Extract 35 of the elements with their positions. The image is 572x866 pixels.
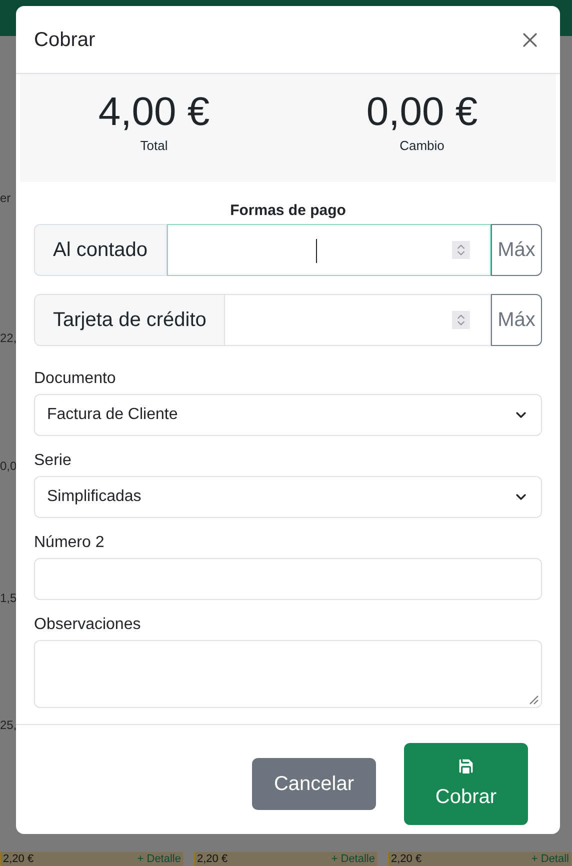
input-field[interactable] bbox=[34, 558, 542, 600]
payment-label: Tarjeta de crédito bbox=[34, 294, 226, 346]
amount-input[interactable] bbox=[166, 224, 491, 276]
amount-text: 2,20 € bbox=[391, 852, 422, 866]
notes-field[interactable] bbox=[34, 640, 542, 708]
dialog-title: Cobrar bbox=[34, 28, 96, 52]
background-text: er bbox=[0, 190, 12, 206]
spinner-icon[interactable] bbox=[452, 311, 470, 329]
max-button[interactable]: Máx bbox=[491, 294, 542, 346]
cancel-button[interactable]: Cancelar bbox=[252, 758, 376, 810]
background-text: 22, bbox=[0, 330, 16, 346]
background-text: 0,0 bbox=[0, 458, 16, 474]
background-text: 25, bbox=[0, 717, 16, 733]
field-label: Número 2 bbox=[34, 533, 106, 553]
select-field[interactable]: Factura de Cliente bbox=[34, 394, 542, 436]
field-label: Serie bbox=[34, 451, 72, 471]
select-field[interactable]: Simplificadas bbox=[34, 476, 542, 518]
amount-text: 2,20 € bbox=[197, 852, 228, 866]
charge-button[interactable]: Cobrar bbox=[404, 743, 528, 825]
save-icon bbox=[456, 756, 476, 776]
text-cursor bbox=[316, 239, 317, 263]
payment-label: Al contado bbox=[34, 224, 167, 276]
section-heading: Formas de pago bbox=[229, 202, 347, 220]
amount-input[interactable] bbox=[225, 294, 491, 346]
spinner-icon[interactable] bbox=[452, 241, 470, 259]
amount-text: 2,20 € bbox=[3, 852, 34, 866]
resize-grip-icon[interactable] bbox=[527, 693, 539, 705]
background-text: 1,5 bbox=[0, 590, 16, 606]
field-label: Documento bbox=[34, 369, 117, 389]
amount-label: Cambio bbox=[400, 137, 444, 155]
amount-text: 0,00 € bbox=[366, 89, 478, 136]
max-button[interactable]: Máx bbox=[491, 224, 542, 276]
amount-text: 4,00 € bbox=[98, 89, 210, 136]
field-label: Observaciones bbox=[34, 615, 142, 635]
amount-label: Total bbox=[140, 137, 168, 155]
